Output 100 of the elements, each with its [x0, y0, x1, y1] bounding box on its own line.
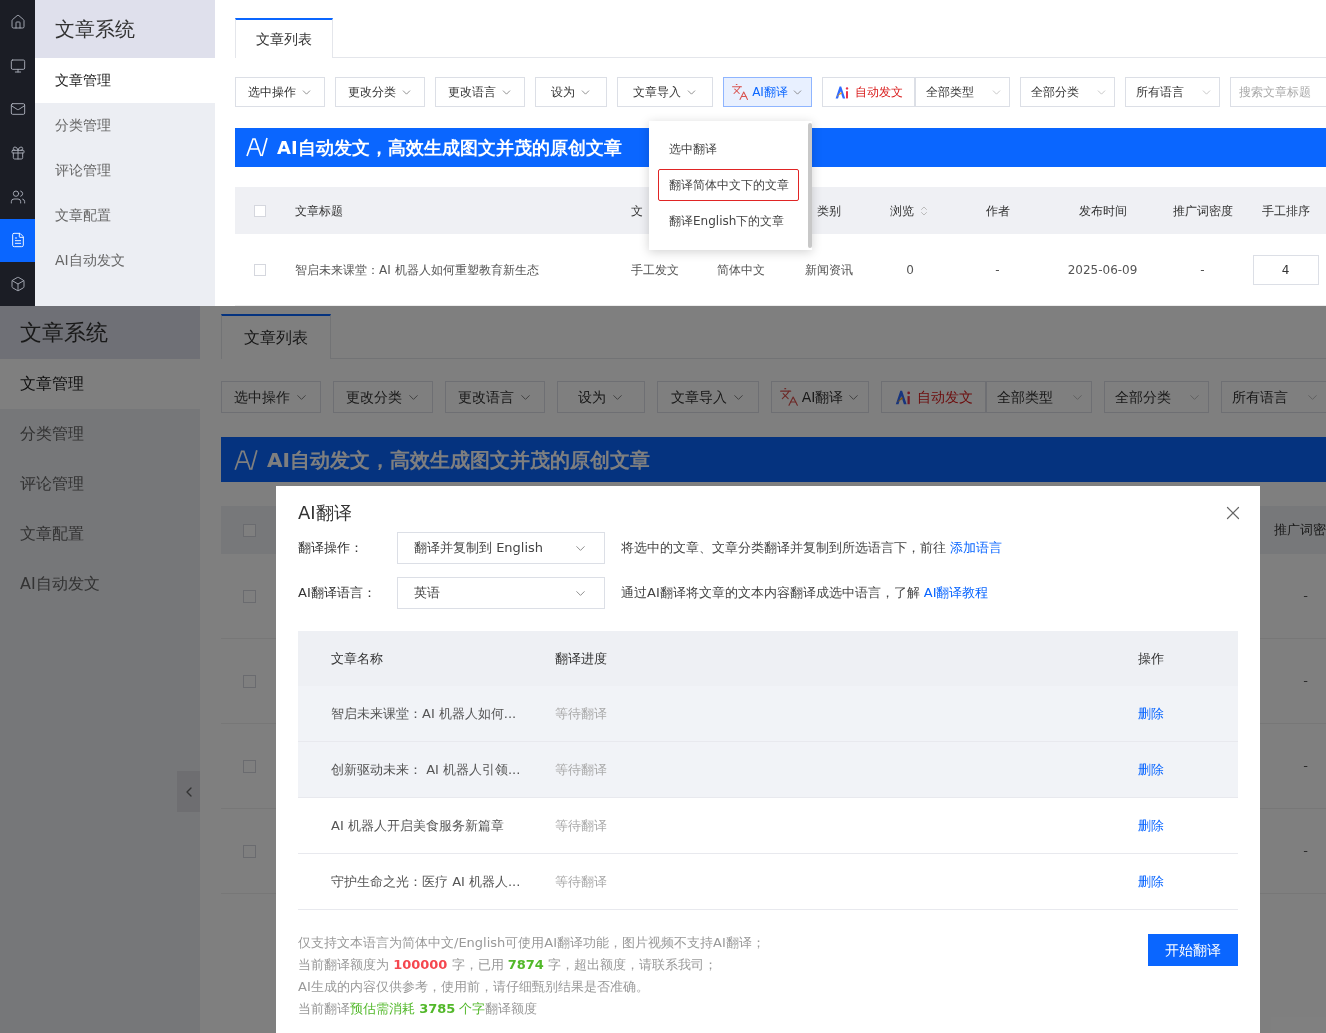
tab[interactable]: 文章列表 — [235, 18, 333, 58]
table-cell: 简体中文 — [717, 262, 765, 277]
table-cell-text: - — [1303, 672, 1308, 691]
checkbox[interactable] — [254, 263, 266, 276]
sidebar-title: 文章系统 — [20, 319, 108, 347]
table-cell: 智启未来课堂：AI 机器人如何... — [331, 705, 517, 721]
select-field[interactable]: 英语 — [397, 577, 605, 609]
column-header: 手工排序 — [1261, 202, 1310, 220]
table-cell: 守护生命之光：医疗 AI 机器人... — [331, 873, 521, 889]
field-note: 将选中的文章、文章分类翻译并复制到所选语言下，前往 添加语言 — [621, 539, 1002, 558]
filter-select[interactable]: 全部分类 — [1104, 381, 1209, 413]
note-text: AI生成的内容仅供参考，使用前，请仔细甄别结果是否准确。 — [298, 978, 650, 996]
dropdown-button[interactable]: 更改语言 — [445, 381, 545, 413]
translate-icon — [778, 387, 799, 407]
gift-icon — [9, 145, 26, 161]
translate-button[interactable]: AI翻译 — [723, 77, 812, 107]
table-cell: 手工发文 — [631, 262, 679, 277]
help-link[interactable]: AI翻译教程 — [923, 585, 989, 601]
sparkle-icon — [834, 84, 850, 100]
collapse-handle[interactable] — [177, 771, 200, 812]
filter-select[interactable]: 所有语言 — [1221, 381, 1326, 413]
monitor-icon — [9, 57, 26, 74]
column-header: 操作 — [1138, 650, 1164, 666]
column-header: 推广词密 — [1274, 521, 1326, 540]
note-text: 仅支持文本语言为简体中文/English可使用AI翻译功能，图片视频不支持AI翻译； — [298, 934, 765, 952]
field-note: 通过AI翻译将文章的文本内容翻译成选中语言，了解 AI翻译教程 — [621, 584, 989, 603]
auto-post-button[interactable]: 自动发文 — [881, 381, 986, 413]
sparkle-icon — [894, 388, 912, 406]
status-text: 等待翻译 — [555, 873, 607, 889]
table-cell-text: - — [995, 261, 1000, 279]
delete-link[interactable]: 删除 — [1138, 705, 1164, 721]
table-cell-text: - — [1200, 261, 1205, 279]
home-icon — [9, 13, 26, 30]
column-header: 作者 — [985, 202, 1010, 220]
menu-item[interactable]: 翻译English下的文章 — [658, 205, 799, 237]
sidebar-item[interactable]: AI自动发文 — [35, 238, 215, 283]
field-label: 翻译操作： — [298, 539, 364, 558]
filter-select[interactable]: 全部分类 — [1020, 77, 1115, 107]
delete-link[interactable]: 删除 — [1138, 817, 1164, 833]
dropdown-button[interactable]: 更改分类 — [335, 77, 425, 107]
dropdown-button[interactable]: 文章导入 — [617, 77, 713, 107]
column-header: 浏览 — [890, 202, 914, 220]
table-cell: 新闻资讯 — [805, 262, 853, 277]
field-label: AI翻译语言： — [298, 584, 377, 603]
note-text: 当前翻译额度为 100000 字，已用 7874 字，超出额度，请联系我司； — [298, 956, 718, 974]
dropdown-button[interactable]: 文章导入 — [657, 381, 759, 413]
sidebar-item[interactable]: 分类管理 — [35, 103, 215, 148]
sidebar-item[interactable]: 文章管理 — [0, 359, 200, 409]
column-header: 文章标题 — [295, 202, 343, 220]
search-field[interactable]: 搜索文章标题 — [1230, 77, 1326, 107]
column-header: 翻译进度 — [555, 650, 607, 666]
table-cell: 创新驱动未来： AI 机器人引领... — [331, 761, 521, 777]
scrollbar[interactable] — [808, 123, 812, 248]
sidebar-item[interactable]: 文章配置 — [35, 193, 215, 238]
order-field[interactable]: 4 — [1252, 254, 1319, 285]
column-header: 发布时间 — [1078, 202, 1127, 220]
column-header: 推广词密度 — [1172, 202, 1233, 220]
filter-select[interactable]: 全部类型 — [915, 77, 1010, 107]
column-header: 文 — [631, 202, 643, 220]
translate-button[interactable]: AI翻译 — [771, 381, 869, 413]
translate-icon — [731, 83, 750, 101]
column-header: 文章名称 — [331, 650, 383, 666]
dropdown-button[interactable]: 选中操作 — [235, 77, 325, 107]
sidebar-title: 文章系统 — [55, 16, 135, 43]
note-text: 当前翻译预估需消耗 3785 个字翻译额度 — [298, 1000, 539, 1018]
delete-link[interactable]: 删除 — [1138, 873, 1164, 889]
sidebar-item[interactable]: 分类管理 — [0, 409, 200, 459]
filter-select[interactable]: 所有语言 — [1125, 77, 1220, 107]
dialog-title: AI翻译 — [298, 501, 352, 525]
auto-post-button[interactable]: 自动发文 — [822, 77, 915, 107]
cube-icon — [9, 276, 26, 293]
mail-icon — [9, 101, 26, 118]
sidebar-item[interactable]: AI自动发文 — [0, 559, 200, 609]
help-link[interactable]: 添加语言 — [950, 540, 1002, 556]
tab[interactable]: 文章列表 — [221, 314, 331, 359]
banner-text: AI自动发文，高效生成图文并茂的原创文章 — [267, 446, 650, 474]
users-icon — [9, 188, 26, 205]
nav-icon-button[interactable] — [0, 218, 35, 263]
menu-item[interactable]: 选中翻译 — [658, 133, 799, 165]
status-text: 等待翻译 — [555, 761, 607, 777]
dropdown-button[interactable]: 设为 — [535, 77, 607, 107]
delete-link[interactable]: 删除 — [1138, 761, 1164, 777]
dropdown-button[interactable]: 更改分类 — [333, 381, 433, 413]
select-field[interactable]: 翻译并复制到 English — [397, 532, 605, 564]
dropdown-button[interactable]: 设为 — [557, 381, 645, 413]
sidebar-item[interactable]: 评论管理 — [0, 459, 200, 509]
checkbox[interactable] — [254, 204, 266, 217]
table-cell-text: 2025-06-09 — [1067, 261, 1138, 279]
table-cell-text: - — [1303, 842, 1308, 861]
sidebar-item[interactable]: 文章管理 — [35, 58, 215, 103]
dropdown-button[interactable]: 选中操作 — [221, 381, 321, 413]
menu-item[interactable]: 翻译简体中文下的文章 — [658, 169, 799, 201]
sidebar-item[interactable]: 文章配置 — [0, 509, 200, 559]
banner-text: AI自动发文，高效生成图文并茂的原创文章 — [277, 135, 622, 160]
sidebar-item[interactable]: 评论管理 — [35, 148, 215, 193]
filter-select[interactable]: 全部类型 — [986, 381, 1092, 413]
column-header: 类别 — [817, 202, 841, 220]
dropdown-button[interactable]: 更改语言 — [435, 77, 525, 107]
start-translate-button[interactable]: 开始翻译 — [1148, 934, 1238, 966]
table-cell: AI 机器人开启美食服务新篇章 — [331, 817, 504, 833]
